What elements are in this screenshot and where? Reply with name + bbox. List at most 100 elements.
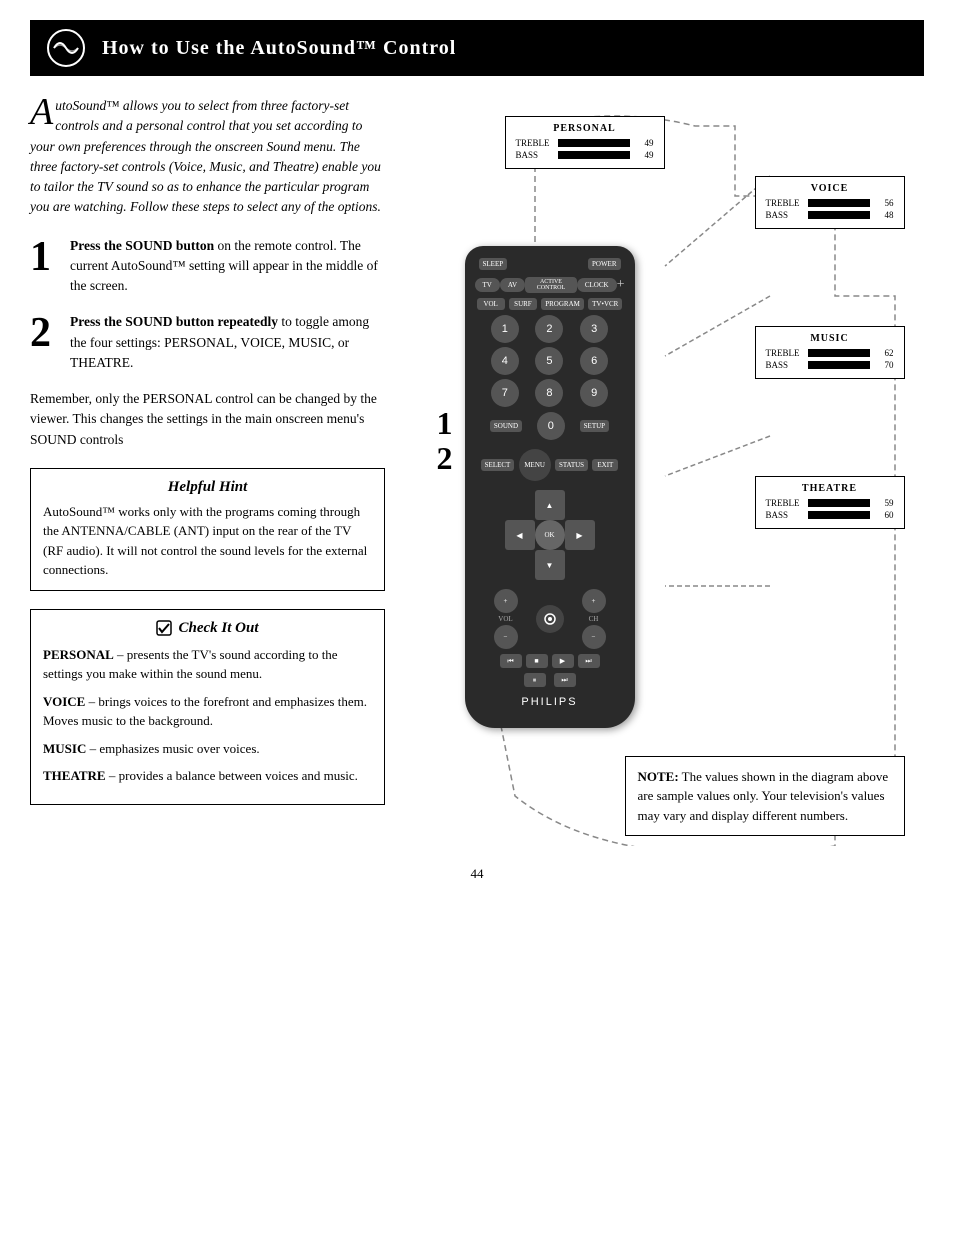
ch-minus[interactable]: − <box>582 625 606 649</box>
remote-step-badges: 1 2 <box>437 406 453 476</box>
num-6[interactable]: 6 <box>580 347 608 375</box>
sound-wave-icon <box>46 28 86 68</box>
rewind-button[interactable]: ⏮ <box>500 654 522 668</box>
skip-button[interactable]: ⏭ <box>554 673 576 687</box>
nav-down[interactable]: ▼ <box>535 550 565 580</box>
status-button[interactable]: STATUS <box>555 459 588 471</box>
pause-skip-row: ⏸ ⏭ <box>524 673 576 687</box>
transport-row: ⏮ ■ ▶ ⏭ <box>475 654 625 668</box>
num-7[interactable]: 7 <box>491 379 519 407</box>
num-0[interactable]: 0 <box>537 412 565 440</box>
nav-left[interactable]: ◀ <box>505 520 535 550</box>
num-3[interactable]: 3 <box>580 315 608 343</box>
num-4[interactable]: 4 <box>491 347 519 375</box>
num-5[interactable]: 5 <box>535 347 563 375</box>
av-button[interactable]: AV <box>500 278 525 292</box>
personal-bass-bar <box>558 151 630 159</box>
personal-bass-fill <box>558 151 601 159</box>
sound-row: SOUND 0 SETUP <box>475 412 625 440</box>
sound-button[interactable]: SOUND <box>490 420 522 432</box>
nav-corner-bl <box>505 550 535 580</box>
nav-up[interactable]: ▲ <box>535 490 565 520</box>
page-number: 44 <box>30 866 924 882</box>
exit-button[interactable]: EXIT <box>592 459 618 471</box>
program-button[interactable]: PROGRAM <box>541 298 584 310</box>
num-8[interactable]: 8 <box>535 379 563 407</box>
sleep-button[interactable]: SLEEP <box>479 258 508 270</box>
surf-button[interactable]: SURF <box>509 298 537 310</box>
theatre-bass-row: BASS 60 <box>766 510 894 520</box>
action-icon <box>543 612 557 626</box>
check-it-out-content: PERSONAL – presents the TV's sound accor… <box>43 645 372 786</box>
note-bold: NOTE: <box>638 769 679 784</box>
left-column: AutoSound™ allows you to select from thr… <box>30 96 385 846</box>
helpful-hint-box: Helpful Hint AutoSound™ works only with … <box>30 468 385 591</box>
step-1-bold: Press the SOUND button <box>70 238 214 253</box>
stop-button[interactable]: ■ <box>526 654 548 668</box>
check-it-out-box: Check It Out PERSONAL – presents the TV'… <box>30 609 385 805</box>
vol-plus[interactable]: + <box>494 589 518 613</box>
remote-top-row: SLEEP POWER <box>475 258 625 270</box>
step-1-number: 1 <box>30 236 58 297</box>
theatre-treble-bar <box>808 499 870 507</box>
philips-logo: PHILIPS <box>521 696 577 708</box>
theatre-title: THEATRE <box>766 483 894 494</box>
step-2-content: Press the SOUND button repeatedly to tog… <box>70 312 385 373</box>
step-2-number: 2 <box>30 312 58 373</box>
active-control-button[interactable]: ACTIVE CONTROL <box>525 277 577 293</box>
center-action-btn[interactable] <box>536 605 564 633</box>
num-9[interactable]: 9 <box>580 379 608 407</box>
note-box: NOTE: The values shown in the diagram ab… <box>625 756 905 837</box>
setup-button[interactable]: SETUP <box>580 420 609 432</box>
tv-vcr-button[interactable]: TV•VCR <box>588 298 622 310</box>
nav-corner-br <box>565 550 595 580</box>
nav-corner-tl <box>505 490 535 520</box>
voice-bass-fill <box>808 211 844 219</box>
personal-treble-bar <box>558 139 630 147</box>
fast-forward-button[interactable]: ⏭ <box>578 654 600 668</box>
clock-button[interactable]: CLOCK <box>577 278 617 292</box>
music-treble-row: TREBLE 62 <box>766 348 894 358</box>
step-1-content: Press the SOUND button on the remote con… <box>70 236 385 297</box>
voice-bass-bar <box>808 211 870 219</box>
music-bass-fill <box>808 361 861 369</box>
helpful-hint-text: AutoSound™ works only with the programs … <box>43 502 372 580</box>
num-1[interactable]: 1 <box>491 315 519 343</box>
intro-text: utoSound™ allows you to select from thre… <box>30 98 381 214</box>
nav-corner-tr <box>565 490 595 520</box>
personal-treble-fill <box>558 139 601 147</box>
music-treble-label: TREBLE <box>766 348 804 358</box>
vol-minus[interactable]: − <box>494 625 518 649</box>
ch-label: CH <box>589 615 599 623</box>
plus-icon: + <box>617 277 625 293</box>
theatre-bass-value: 60 <box>874 510 894 520</box>
select-button[interactable]: SELECT <box>481 459 515 471</box>
theatre-treble-label: TREBLE <box>766 498 804 508</box>
menu-button[interactable]: MENU <box>519 449 551 481</box>
tv-button[interactable]: TV <box>475 278 500 292</box>
play-button[interactable]: ▶ <box>552 654 574 668</box>
voice-bass-row: BASS 48 <box>766 210 894 220</box>
pause-button[interactable]: ⏸ <box>524 673 546 687</box>
theatre-treble-fill <box>808 499 853 507</box>
remember-text: Remember, only the PERSONAL control can … <box>30 389 385 450</box>
vol-button[interactable]: VOL <box>477 298 505 310</box>
music-bass-row: BASS 70 <box>766 360 894 370</box>
theatre-treble-row: TREBLE 59 <box>766 498 894 508</box>
power-button[interactable]: POWER <box>588 258 621 270</box>
num-2[interactable]: 2 <box>535 315 563 343</box>
check-it-out-title: Check It Out <box>43 620 372 637</box>
vol-ch-row: + VOL − + CH − <box>475 589 625 649</box>
check-voice: VOICE – brings voices to the forefront a… <box>43 692 372 731</box>
nav-ok[interactable]: OK <box>535 520 565 550</box>
nav-right[interactable]: ▶ <box>565 520 595 550</box>
ch-plus[interactable]: + <box>582 589 606 613</box>
checkbox-icon <box>156 620 172 636</box>
step-2: 2 Press the SOUND button repeatedly to t… <box>30 312 385 373</box>
check-it-out-label: Check It Out <box>178 620 258 637</box>
page-title: How to Use the AutoSound™ Control <box>102 37 456 60</box>
personal-bass-label: BASS <box>516 150 554 160</box>
intro-paragraph: AutoSound™ allows you to select from thr… <box>30 96 385 218</box>
personal-bass-row: BASS 49 <box>516 150 654 160</box>
voice-treble-label: TREBLE <box>766 198 804 208</box>
